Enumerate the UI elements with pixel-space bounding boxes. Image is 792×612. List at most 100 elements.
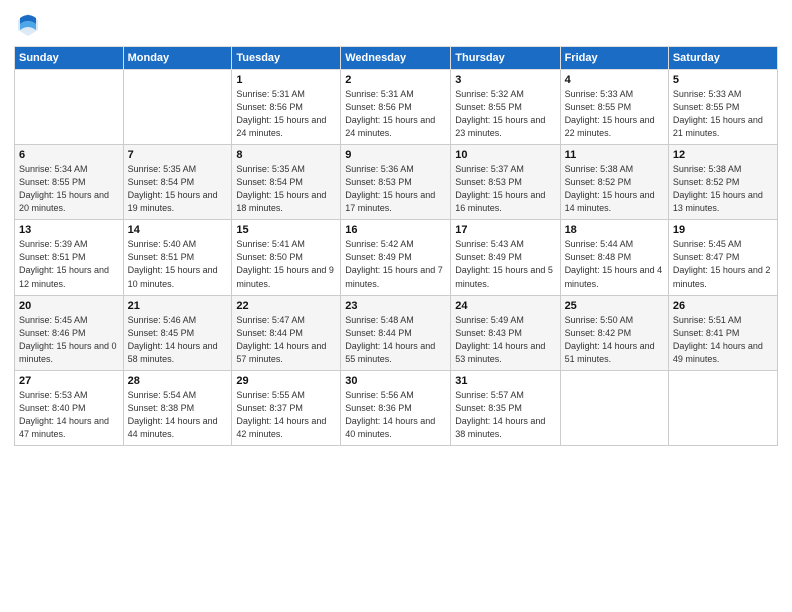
day-info: Sunrise: 5:46 AM Sunset: 8:45 PM Dayligh…: [128, 314, 228, 366]
day-info: Sunrise: 5:38 AM Sunset: 8:52 PM Dayligh…: [673, 163, 773, 215]
day-number: 27: [19, 375, 119, 387]
calendar-cell: 2 Sunrise: 5:31 AM Sunset: 8:56 PM Daylig…: [341, 70, 451, 145]
logo-icon: [14, 10, 42, 38]
calendar-cell: 28Sunrise: 5:54 AM Sunset: 8:38 PM Dayli…: [123, 370, 232, 445]
day-info: Sunrise: 5:35 AM Sunset: 8:54 PM Dayligh…: [128, 163, 228, 215]
day-number: 2: [345, 74, 446, 86]
day-number: 11: [565, 149, 664, 161]
day-number: 3: [455, 74, 555, 86]
day-info: Sunrise: 5:48 AM Sunset: 8:44 PM Dayligh…: [345, 314, 446, 366]
day-number: 7: [128, 149, 228, 161]
day-info: Sunrise: 5:43 AM Sunset: 8:49 PM Dayligh…: [455, 238, 555, 290]
calendar-cell: 7 Sunrise: 5:35 AM Sunset: 8:54 PM Daylig…: [123, 145, 232, 220]
day-info: Sunrise: 5:51 AM Sunset: 8:41 PM Dayligh…: [673, 314, 773, 366]
day-number: 24: [455, 300, 555, 312]
day-info: Sunrise: 5:50 AM Sunset: 8:42 PM Dayligh…: [565, 314, 664, 366]
calendar-cell: 26 Sunrise: 5:51 AM Sunset: 8:41 PM Dayli…: [668, 295, 777, 370]
day-number: 22: [236, 300, 336, 312]
day-info: Sunrise: 5:33 AM Sunset: 8:55 PM Dayligh…: [673, 88, 773, 140]
calendar-week-5: 27 Sunrise: 5:53 AM Sunset: 8:40 PM Dayli…: [15, 370, 778, 445]
day-info: Sunrise: 5:45 AM Sunset: 8:46 PM Dayligh…: [19, 314, 119, 366]
day-number: 8: [236, 149, 336, 161]
calendar-cell: 31 Sunrise: 5:57 AM Sunset: 8:35 PM Dayli…: [451, 370, 560, 445]
logo: [14, 10, 46, 38]
day-number: 31: [455, 375, 555, 387]
calendar-cell: 20 Sunrise: 5:45 AM Sunset: 8:46 PM Dayli…: [15, 295, 124, 370]
calendar-cell: 30 Sunrise: 5:56 AM Sunset: 8:36 PM Dayli…: [341, 370, 451, 445]
day-number: 26: [673, 300, 773, 312]
day-info: Sunrise: 5:31 AM Sunset: 8:56 PM Dayligh…: [236, 88, 336, 140]
calendar-cell: 21 Sunrise: 5:46 AM Sunset: 8:45 PM Dayli…: [123, 295, 232, 370]
day-number: 21: [128, 300, 228, 312]
weekday-header-saturday: Saturday: [668, 47, 777, 70]
weekday-header-sunday: Sunday: [15, 47, 124, 70]
day-info: Sunrise: 5:45 AM Sunset: 8:47 PM Dayligh…: [673, 238, 773, 290]
calendar-cell: 29 Sunrise: 5:55 AM Sunset: 8:37 PM Dayli…: [232, 370, 341, 445]
calendar-table: SundayMondayTuesdayWednesdayThursdayFrid…: [14, 46, 778, 446]
day-info: Sunrise: 5:42 AM Sunset: 8:49 PM Dayligh…: [345, 238, 446, 290]
day-info: Sunrise: 5:39 AM Sunset: 8:51 PM Dayligh…: [19, 238, 119, 290]
day-number: 16: [345, 224, 446, 236]
day-info: Sunrise: 5:57 AM Sunset: 8:35 PM Dayligh…: [455, 389, 555, 441]
day-info: Sunrise: 5:49 AM Sunset: 8:43 PM Dayligh…: [455, 314, 555, 366]
day-number: 28: [128, 375, 228, 387]
calendar-cell: 6 Sunrise: 5:34 AM Sunset: 8:55 PM Daylig…: [15, 145, 124, 220]
day-number: 15: [236, 224, 336, 236]
calendar-cell: [668, 370, 777, 445]
day-info: Sunrise: 5:40 AM Sunset: 8:51 PM Dayligh…: [128, 238, 228, 290]
calendar-cell: 3 Sunrise: 5:32 AM Sunset: 8:55 PM Daylig…: [451, 70, 560, 145]
calendar-cell: 13 Sunrise: 5:39 AM Sunset: 8:51 PM Dayli…: [15, 220, 124, 295]
day-info: Sunrise: 5:53 AM Sunset: 8:40 PM Dayligh…: [19, 389, 119, 441]
day-info: Sunrise: 5:47 AM Sunset: 8:44 PM Dayligh…: [236, 314, 336, 366]
calendar-cell: 25 Sunrise: 5:50 AM Sunset: 8:42 PM Dayli…: [560, 295, 668, 370]
calendar-cell: 18 Sunrise: 5:44 AM Sunset: 8:48 PM Dayli…: [560, 220, 668, 295]
calendar-cell: 23 Sunrise: 5:48 AM Sunset: 8:44 PM Dayli…: [341, 295, 451, 370]
day-number: 29: [236, 375, 336, 387]
calendar-cell: [560, 370, 668, 445]
day-info: Sunrise: 5:34 AM Sunset: 8:55 PM Dayligh…: [19, 163, 119, 215]
day-number: 9: [345, 149, 446, 161]
day-info: Sunrise: 5:55 AM Sunset: 8:37 PM Dayligh…: [236, 389, 336, 441]
day-number: 13: [19, 224, 119, 236]
day-info: Sunrise: 5:38 AM Sunset: 8:52 PM Dayligh…: [565, 163, 664, 215]
calendar-cell: [15, 70, 124, 145]
day-number: 18: [565, 224, 664, 236]
calendar-week-3: 13 Sunrise: 5:39 AM Sunset: 8:51 PM Dayli…: [15, 220, 778, 295]
header: [14, 10, 778, 38]
day-number: 17: [455, 224, 555, 236]
calendar-week-4: 20 Sunrise: 5:45 AM Sunset: 8:46 PM Dayli…: [15, 295, 778, 370]
day-info: Sunrise: 5:33 AM Sunset: 8:55 PM Dayligh…: [565, 88, 664, 140]
day-number: 30: [345, 375, 446, 387]
weekday-header-tuesday: Tuesday: [232, 47, 341, 70]
day-number: 14: [128, 224, 228, 236]
calendar-week-2: 6 Sunrise: 5:34 AM Sunset: 8:55 PM Daylig…: [15, 145, 778, 220]
day-info: Sunrise: 5:35 AM Sunset: 8:54 PM Dayligh…: [236, 163, 336, 215]
calendar-cell: 10Sunrise: 5:37 AM Sunset: 8:53 PM Dayli…: [451, 145, 560, 220]
calendar-cell: 14 Sunrise: 5:40 AM Sunset: 8:51 PM Dayli…: [123, 220, 232, 295]
day-number: 12: [673, 149, 773, 161]
calendar-cell: 5 Sunrise: 5:33 AM Sunset: 8:55 PM Daylig…: [668, 70, 777, 145]
day-number: 19: [673, 224, 773, 236]
calendar-cell: 15 Sunrise: 5:41 AM Sunset: 8:50 PM Dayli…: [232, 220, 341, 295]
page: SundayMondayTuesdayWednesdayThursdayFrid…: [0, 0, 792, 612]
day-info: Sunrise: 5:32 AM Sunset: 8:55 PM Dayligh…: [455, 88, 555, 140]
day-info: Sunrise: 5:44 AM Sunset: 8:48 PM Dayligh…: [565, 238, 664, 290]
calendar-cell: 4Sunrise: 5:33 AM Sunset: 8:55 PM Daylig…: [560, 70, 668, 145]
calendar-cell: 24 Sunrise: 5:49 AM Sunset: 8:43 PM Dayli…: [451, 295, 560, 370]
day-info: Sunrise: 5:56 AM Sunset: 8:36 PM Dayligh…: [345, 389, 446, 441]
calendar-cell: 16 Sunrise: 5:42 AM Sunset: 8:49 PM Dayli…: [341, 220, 451, 295]
weekday-header-friday: Friday: [560, 47, 668, 70]
calendar-cell: [123, 70, 232, 145]
day-number: 1: [236, 74, 336, 86]
day-number: 20: [19, 300, 119, 312]
weekday-header-wednesday: Wednesday: [341, 47, 451, 70]
calendar-header-row: SundayMondayTuesdayWednesdayThursdayFrid…: [15, 47, 778, 70]
day-number: 23: [345, 300, 446, 312]
day-info: Sunrise: 5:31 AM Sunset: 8:56 PM Dayligh…: [345, 88, 446, 140]
calendar-week-1: 1 Sunrise: 5:31 AM Sunset: 8:56 PM Daylig…: [15, 70, 778, 145]
day-number: 5: [673, 74, 773, 86]
day-number: 25: [565, 300, 664, 312]
calendar-cell: 19 Sunrise: 5:45 AM Sunset: 8:47 PM Dayli…: [668, 220, 777, 295]
day-info: Sunrise: 5:41 AM Sunset: 8:50 PM Dayligh…: [236, 238, 336, 290]
day-number: 6: [19, 149, 119, 161]
